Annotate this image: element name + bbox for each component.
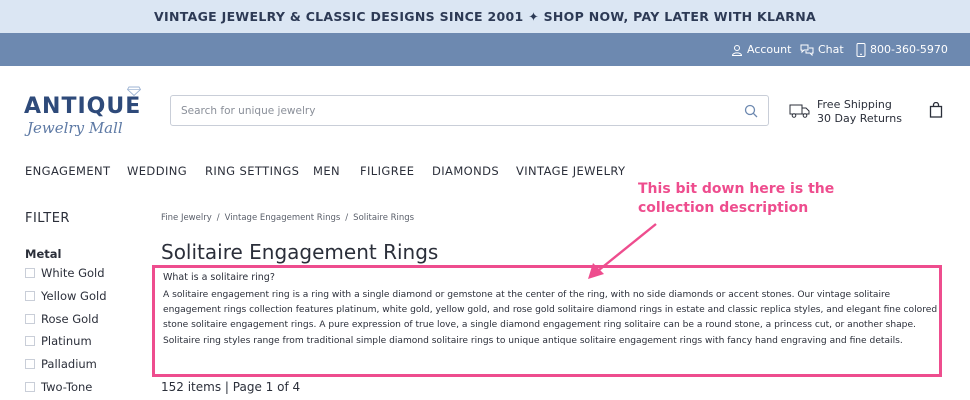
breadcrumb-link[interactable]: Fine Jewelry: [161, 213, 212, 223]
filter-heading: FILTER: [25, 211, 70, 226]
filter-group-metal[interactable]: Metal: [25, 247, 61, 261]
chat-icon: [800, 44, 814, 56]
annotation-line: This bit down here is the: [638, 180, 858, 199]
item-count: 152 items: [161, 380, 221, 394]
nav-filigree[interactable]: FILIGREE: [360, 164, 414, 178]
truck-icon: [789, 102, 811, 120]
count-separator: |: [225, 380, 233, 394]
returns-label: 30 Day Returns: [817, 112, 902, 126]
breadcrumb: Fine Jewelry / Vintage Engagement Rings / So…: [161, 213, 414, 223]
phone-link[interactable]: 800-360-5970: [856, 33, 948, 66]
nav-engagement[interactable]: ENGAGEMENT: [25, 164, 110, 178]
search-box: [170, 95, 769, 126]
page-indicator: Page 1 of 4: [233, 380, 300, 394]
page-title: Solitaire Engagement Rings: [161, 240, 438, 264]
description-question: What is a solitaire ring?: [163, 272, 275, 283]
site-logo[interactable]: ANTIQUE Jewelry Mall: [24, 86, 164, 142]
chat-link[interactable]: Chat: [800, 33, 844, 66]
filter-option-rose-gold[interactable]: Rose Gold: [25, 311, 99, 327]
filter-option-label: Platinum: [41, 334, 92, 348]
breadcrumb-current[interactable]: Solitaire Rings: [353, 213, 414, 223]
promo-banner[interactable]: VINTAGE JEWELRY & CLASSIC DESIGNS SINCE …: [0, 0, 970, 33]
checkbox[interactable]: [25, 268, 35, 278]
annotation-line: collection description: [638, 199, 858, 218]
checkbox[interactable]: [25, 291, 35, 301]
filter-option-two-tone[interactable]: Two-Tone: [25, 379, 92, 395]
phone-number: 800-360-5970: [870, 43, 948, 56]
filter-option-label: Two-Tone: [41, 380, 92, 394]
user-icon: [731, 44, 743, 56]
checkbox[interactable]: [25, 336, 35, 346]
annotation-callout: This bit down here is the collection des…: [638, 180, 858, 218]
account-label: Account: [747, 43, 791, 56]
filter-option-label: Rose Gold: [41, 312, 99, 326]
logo-subtitle: Jewelry Mall: [27, 119, 123, 137]
logo-wordmark: ANTIQUE: [24, 94, 141, 119]
result-count: 152 items | Page 1 of 4: [161, 380, 300, 394]
nav-men[interactable]: MEN: [313, 164, 340, 178]
nav-ring-settings[interactable]: RING SETTINGS: [205, 164, 299, 178]
checkbox[interactable]: [25, 382, 35, 392]
promo-text: VINTAGE JEWELRY & CLASSIC DESIGNS SINCE …: [154, 9, 816, 24]
filter-option-yellow-gold[interactable]: Yellow Gold: [25, 288, 107, 304]
collection-description: What is a solitaire ring? A solitaire en…: [152, 265, 942, 377]
nav-vintage-jewelry[interactable]: VINTAGE JEWELRY: [516, 164, 625, 178]
utility-bar: Account Chat 800-360-5970: [0, 33, 970, 66]
search-icon: [744, 104, 758, 118]
breadcrumb-separator: /: [217, 213, 220, 223]
free-shipping-label: Free Shipping: [817, 98, 902, 112]
filter-option-label: White Gold: [41, 266, 105, 280]
description-text: A solitaire engagement ring is a ring wi…: [163, 288, 938, 349]
search-input[interactable]: [181, 102, 721, 120]
annotation-arrow-icon: [580, 218, 660, 282]
filter-option-palladium[interactable]: Palladium: [25, 356, 97, 372]
search-button[interactable]: [742, 102, 760, 120]
account-link[interactable]: Account: [731, 33, 791, 66]
breadcrumb-separator: /: [345, 213, 348, 223]
nav-diamonds[interactable]: DIAMONDS: [432, 164, 499, 178]
chat-label: Chat: [818, 43, 844, 56]
shipping-info[interactable]: Free Shipping 30 Day Returns: [789, 96, 909, 130]
phone-icon: [856, 43, 866, 57]
cart-button[interactable]: [929, 102, 943, 122]
filter-option-platinum[interactable]: Platinum: [25, 333, 92, 349]
checkbox[interactable]: [25, 314, 35, 324]
filter-option-label: Yellow Gold: [41, 289, 107, 303]
shopping-bag-icon: [929, 102, 943, 118]
breadcrumb-link[interactable]: Vintage Engagement Rings: [225, 213, 341, 223]
filter-option-white-gold[interactable]: White Gold: [25, 265, 105, 281]
nav-wedding[interactable]: WEDDING: [127, 164, 187, 178]
filter-option-label: Palladium: [41, 357, 97, 371]
site-header: ANTIQUE Jewelry Mall Free Shipping 30 Da…: [0, 66, 970, 156]
checkbox[interactable]: [25, 359, 35, 369]
